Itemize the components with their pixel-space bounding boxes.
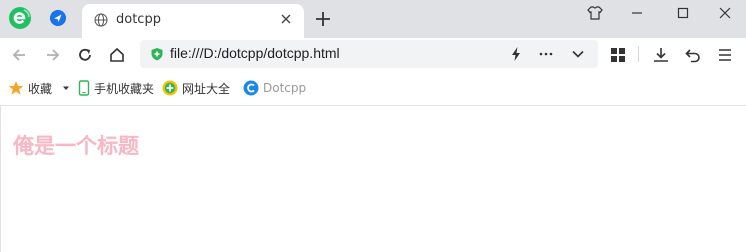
bookmarks-bar: 收藏 手机收藏夹 网址大全 Dotcpp: [0, 70, 746, 106]
caret-down-icon[interactable]: [61, 83, 71, 93]
bookmark-label: Dotcpp: [263, 81, 307, 95]
globe-icon: [94, 13, 108, 27]
back-icon[interactable]: [10, 46, 28, 64]
minimize-icon[interactable]: [628, 4, 646, 22]
maximize-icon[interactable]: [674, 4, 692, 22]
title-bar: dotcpp: [0, 0, 746, 38]
close-tab-icon[interactable]: [278, 11, 294, 27]
apps-grid-icon[interactable]: [609, 46, 627, 64]
toolbar-divider: [638, 46, 639, 62]
skin-icon[interactable]: [586, 4, 604, 22]
bookmark-favorites[interactable]: 收藏: [8, 80, 75, 96]
bookmark-label: 网址大全: [182, 81, 231, 96]
home-icon[interactable]: [108, 46, 126, 64]
forward-icon[interactable]: [44, 46, 62, 64]
browser-logo-icon: [9, 7, 31, 29]
active-tab[interactable]: dotcpp: [82, 4, 304, 38]
url-text[interactable]: file:///D:/dotcpp/dotcpp.html: [170, 45, 340, 61]
undo-icon[interactable]: [684, 46, 702, 64]
lightning-icon[interactable]: [508, 46, 524, 62]
new-tab-icon[interactable]: [314, 10, 332, 28]
page-viewport: 俺是一个标题: [0, 106, 746, 252]
bookmark-dotcpp[interactable]: Dotcpp: [243, 80, 306, 96]
page-heading: 俺是一个标题: [13, 134, 139, 158]
phone-icon: [78, 80, 90, 96]
download-icon[interactable]: [652, 46, 670, 64]
menu-icon[interactable]: [716, 46, 734, 64]
chevron-down-icon[interactable]: [570, 46, 586, 62]
bookmark-label: 手机收藏夹: [94, 81, 155, 96]
close-window-icon[interactable]: [716, 4, 734, 22]
dotcpp-icon: [243, 80, 259, 96]
navigation-toolbar: file:///D:/dotcpp/dotcpp.html: [0, 38, 746, 70]
bookmark-label: 收藏: [28, 81, 53, 96]
reload-icon[interactable]: [76, 46, 94, 64]
more-options-icon[interactable]: [538, 46, 554, 62]
bookmark-sites[interactable]: 网址大全: [162, 80, 230, 96]
address-bar[interactable]: file:///D:/dotcpp/dotcpp.html: [140, 40, 598, 68]
star-icon: [8, 81, 24, 95]
pinned-tab-icon[interactable]: [50, 10, 66, 26]
secure-shield-icon: [151, 48, 163, 61]
bookmark-mobile[interactable]: 手机收藏夹: [78, 80, 154, 96]
sites-icon: [162, 80, 178, 96]
tab-title: dotcpp: [116, 12, 161, 27]
